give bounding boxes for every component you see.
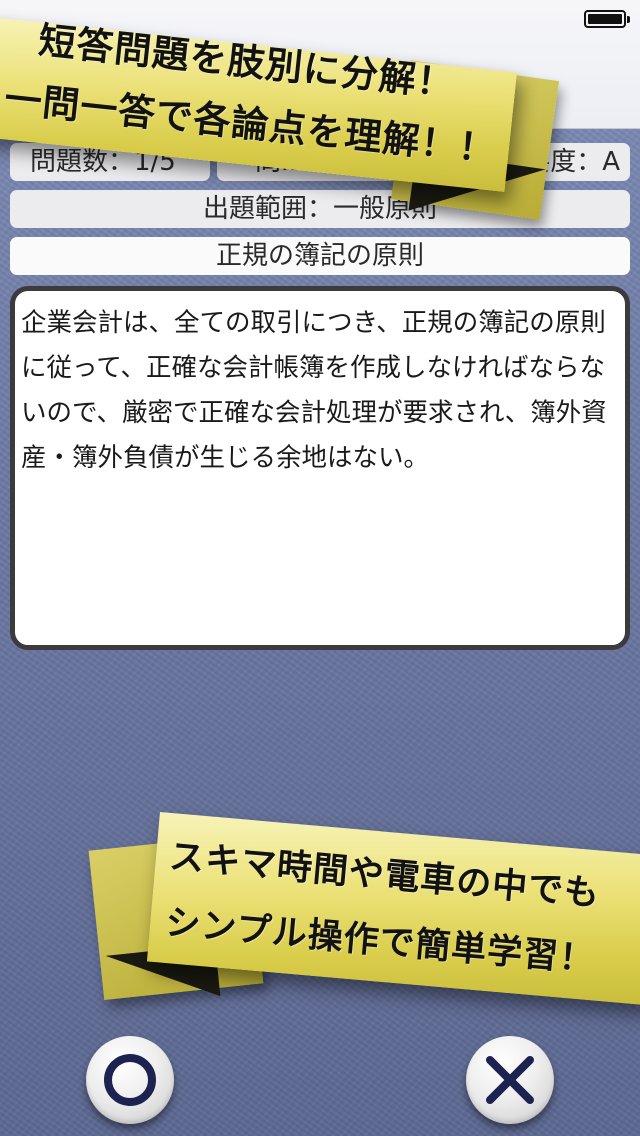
circle-icon [100, 1050, 160, 1110]
wrong-answer-button[interactable] [466, 1036, 554, 1124]
correct-answer-button[interactable] [86, 1036, 174, 1124]
question-topic-label: 正規の簿記の原則 [10, 237, 630, 275]
question-text: 企業会計は、全ての取引につき、正規の簿記の原則に従って、正確な会計帳簿を作成しな… [21, 308, 607, 473]
bottom-promo-banner: スキマ時間や電車の中でも シンプル操作で簡単学習！ [0, 800, 640, 1020]
top-promo-banner: 短答問題を肢別に分解！ 一問一答で各論点を理解！！ [0, 0, 640, 240]
cross-icon [480, 1050, 540, 1110]
question-card: 企業会計は、全ての取引につき、正規の簿記の原則に従って、正確な会計帳簿を作成しな… [10, 286, 630, 650]
